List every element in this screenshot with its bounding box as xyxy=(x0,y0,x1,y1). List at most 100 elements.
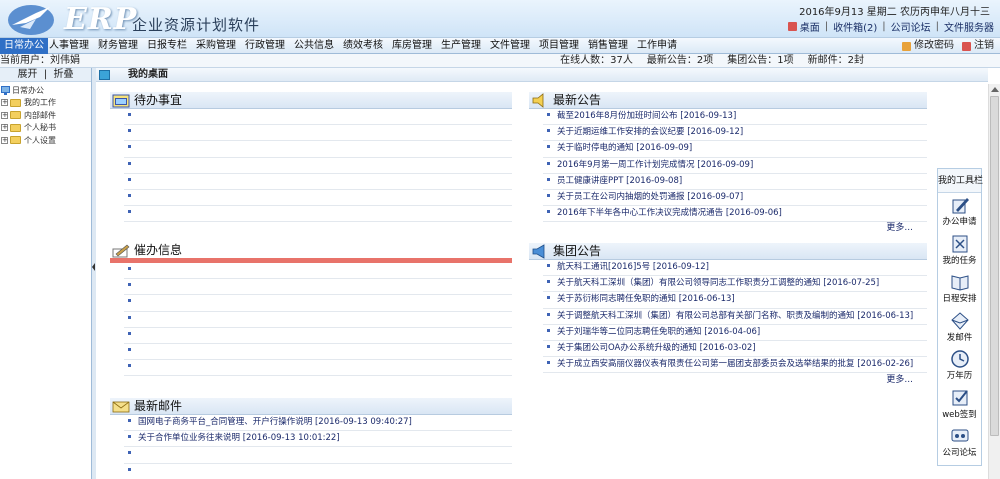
tree-root[interactable]: 日常办公 xyxy=(1,84,91,97)
nav-tree: 日常办公 + 我的工作 + 内部邮件 + 个人秘书 + 个人设置 xyxy=(0,82,91,147)
tool-send-mail[interactable]: 发邮件 xyxy=(938,309,981,348)
collapse-arrow-icon[interactable] xyxy=(92,263,95,271)
mail-item[interactable]: 关于合作单位业务往来说明 [2016-09-13 10:01:22] xyxy=(124,431,512,448)
nav-item-hr[interactable]: 人事管理 xyxy=(49,38,89,54)
scroll-thumb[interactable] xyxy=(990,96,999,436)
latest-notice-count[interactable]: 最新公告：2项 xyxy=(647,54,713,68)
inbox-link[interactable]: 收件箱(2) xyxy=(833,19,877,34)
group-notice-item[interactable]: 关于成立西安高丽仪器仪表有限责任公司第一届团支部委员会及选举结果的批复 [201… xyxy=(543,357,927,374)
notice-item-text: 员工健康讲座PPT xyxy=(557,175,624,186)
nav-item-sales[interactable]: 销售管理 xyxy=(588,38,628,54)
new-mail-count[interactable]: 新邮件：2封 xyxy=(808,54,864,68)
nav-item-projects[interactable]: 项目管理 xyxy=(539,38,579,54)
nav-item-public-info[interactable]: 公共信息 xyxy=(294,38,334,54)
notice-panel: 最新公告 截至2016年8月份加班时间公布 [2016-09-13] 关于近期运维… xyxy=(529,92,927,238)
tool-my-tasks[interactable]: 我的任务 xyxy=(938,232,981,271)
bullet-icon xyxy=(128,267,131,270)
folder-icon xyxy=(10,136,21,145)
group-more-link[interactable]: 更多... xyxy=(886,372,913,385)
tree-node-my-work[interactable]: + 我的工作 xyxy=(1,97,91,110)
nav-item-performance[interactable]: 绩效考核 xyxy=(343,38,383,54)
nav-item-daily-office[interactable]: 日常办公 xyxy=(0,38,48,54)
notice-item[interactable]: 员工健康讲座PPT [2016-09-08] xyxy=(543,174,927,190)
nav-item-production[interactable]: 生产管理 xyxy=(441,38,481,54)
notice-item[interactable]: 2016年下半年各中心工作决议完成情况通告 [2016-09-06] xyxy=(543,206,927,223)
todo-list xyxy=(124,109,512,223)
forum-link[interactable]: 公司论坛 xyxy=(891,19,931,34)
group-notice-item[interactable]: 关于调整航天科工深圳（集团）有限公司总部有关部门名称、职责及编制的通知 [201… xyxy=(543,309,927,325)
nav-item-documents[interactable]: 文件管理 xyxy=(490,38,530,54)
mail-item-text: 关于合作单位业务往来说明 xyxy=(138,433,241,444)
collapse-button[interactable]: 折叠 xyxy=(54,69,74,80)
tool-web-checkin[interactable]: web签到 xyxy=(938,386,981,425)
notice-item-text: 关于员工在公司内抽烟的处罚通报 xyxy=(557,191,685,202)
mail-item-date: [2016-09-13 10:01:22] xyxy=(242,433,340,444)
clock-icon xyxy=(950,350,969,368)
notice-item-text: 关于近期运维工作安排的会议纪要 xyxy=(557,127,685,138)
tool-label: 万年历 xyxy=(946,371,973,381)
desktop-icon xyxy=(787,22,797,31)
checkbox-icon xyxy=(952,389,968,405)
bullet-icon xyxy=(547,113,550,116)
nav-item-finance[interactable]: 财务管理 xyxy=(98,38,138,54)
bullet-icon xyxy=(128,145,131,149)
vertical-scrollbar[interactable] xyxy=(988,84,1000,479)
nav-item-work-request[interactable]: 工作申请 xyxy=(637,38,677,54)
group-notice-item-date: [2016-06-13] xyxy=(857,310,914,321)
tree-node-personal-settings[interactable]: + 个人设置 xyxy=(1,134,91,147)
notice-item[interactable]: 2016年9月第一周工作计划完成情况 [2016-09-09] xyxy=(543,158,927,174)
desktop-link[interactable]: 桌面 xyxy=(787,19,820,34)
group-notice-count[interactable]: 集团公告：1项 xyxy=(727,54,793,68)
bullet-icon xyxy=(128,451,131,455)
bullet-icon xyxy=(547,264,550,267)
tree-node-internal-mail[interactable]: + 内部邮件 xyxy=(1,109,91,122)
expand-icon[interactable]: + xyxy=(1,136,8,144)
bullet-icon xyxy=(128,193,131,197)
tree-node-personal-secretary[interactable]: + 个人秘书 xyxy=(1,122,91,135)
mail-item[interactable]: 国网电子商务平台_合同管理、开户行操作说明 [2016-09-13 09:40:… xyxy=(124,415,512,432)
nav-item-administration[interactable]: 行政管理 xyxy=(245,38,285,54)
empty-row xyxy=(124,328,512,344)
calendar-icon xyxy=(112,94,130,108)
tool-office-request[interactable]: 办公申请 xyxy=(938,193,981,232)
group-notice-item[interactable]: 关于苏衍彬同志聘任免职的通知 [2016-06-13] xyxy=(543,292,927,309)
bullet-icon xyxy=(547,344,550,348)
group-notice-item[interactable]: 关于航天科工深圳（集团）有限公司领导同志工作职责分工调整的通知 [2016-07… xyxy=(543,276,927,293)
nav-item-warehouse[interactable]: 库房管理 xyxy=(392,38,432,54)
group-notice-item[interactable]: 关于集团公司OA办公系统升级的通知 [2016-03-02] xyxy=(543,341,927,358)
group-notice-item[interactable]: 关于刘瑞华等二位同志聘任免职的通知 [2016-04-06] xyxy=(543,325,927,341)
empty-row xyxy=(124,344,512,361)
group-notice-item[interactable]: 航天科工通讯[2016]5号 [2016-09-12] xyxy=(543,260,927,277)
bullet-icon xyxy=(128,210,131,214)
notice-item-text: 截至2016年8月份加班时间公布 xyxy=(557,111,678,121)
notice-item[interactable]: 关于近期运维工作安排的会议纪要 [2016-09-12] xyxy=(543,125,927,142)
change-password-link[interactable]: 修改密码 xyxy=(902,38,954,54)
notice-item[interactable]: 关于临时停电的通知 [2016-09-09] xyxy=(543,141,927,158)
notice-item[interactable]: 截至2016年8月份加班时间公布 [2016-09-13] xyxy=(543,109,927,126)
logout-link[interactable]: 注销 xyxy=(962,38,994,54)
book-icon xyxy=(951,275,968,291)
nav-item-daily-report[interactable]: 日报专栏 xyxy=(147,38,187,54)
mail-panel-title: 最新邮件 xyxy=(134,399,183,413)
expand-icon[interactable]: + xyxy=(1,99,8,107)
expand-button[interactable]: 展开 xyxy=(17,69,37,80)
notice-item[interactable]: 关于员工在公司内抽烟的处罚通报 [2016-09-07] xyxy=(543,190,927,207)
group-notice-item-date: [2016-07-25] xyxy=(823,278,880,289)
group-notice-item-text: 关于刘瑞华等二位同志聘任免职的通知 xyxy=(557,326,702,337)
tool-calendar[interactable]: 万年历 xyxy=(938,347,981,386)
expand-icon[interactable]: + xyxy=(1,124,8,132)
file-server-link[interactable]: 文件服务器 xyxy=(944,19,994,34)
desktop-arrow-icon[interactable] xyxy=(99,70,110,80)
tree-node-label: 个人秘书 xyxy=(24,123,56,133)
tool-schedule[interactable]: 日程安排 xyxy=(938,270,981,309)
scroll-up-arrow-icon[interactable] xyxy=(991,87,999,92)
notice-list: 截至2016年8月份加班时间公布 [2016-09-13] 关于近期运维工作安排的… xyxy=(543,109,927,223)
notice-item-date: [2016-09-07] xyxy=(687,191,744,202)
nav-item-purchasing[interactable]: 采购管理 xyxy=(196,38,236,54)
notice-more-link[interactable]: 更多... xyxy=(886,220,913,233)
tree-node-label: 个人设置 xyxy=(24,135,56,145)
bullet-icon xyxy=(547,210,550,214)
tool-forum[interactable]: 公司论坛 xyxy=(938,424,981,463)
expand-icon[interactable]: + xyxy=(1,111,8,119)
notice-item-date: [2016-09-12] xyxy=(687,127,744,138)
